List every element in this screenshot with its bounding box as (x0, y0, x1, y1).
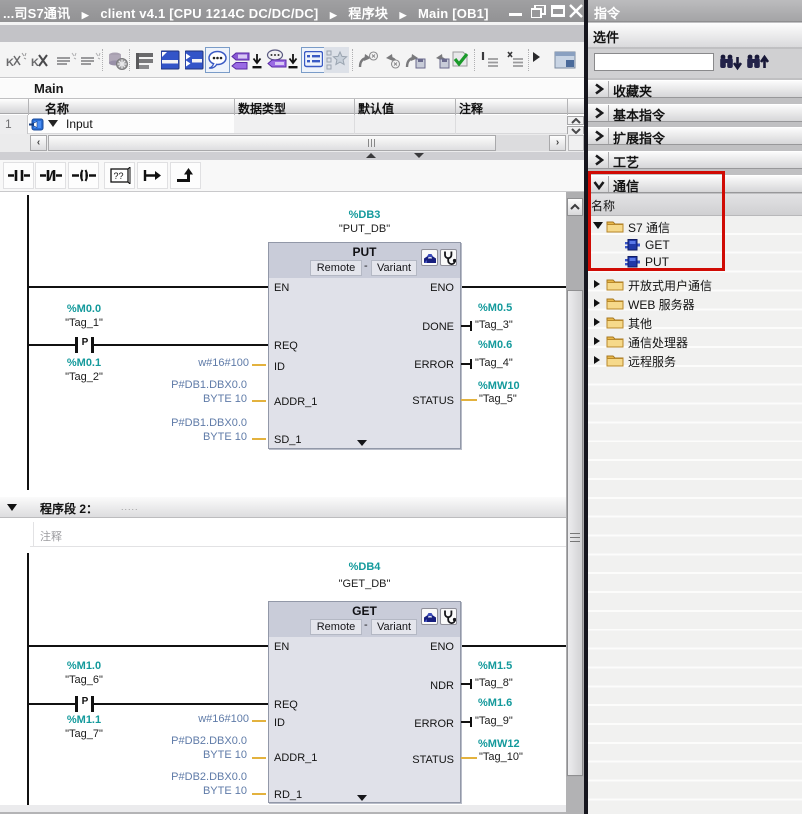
svg-text:K: K (6, 57, 14, 69)
svg-text:??: ?? (114, 171, 124, 181)
svg-text:K: K (31, 57, 39, 69)
